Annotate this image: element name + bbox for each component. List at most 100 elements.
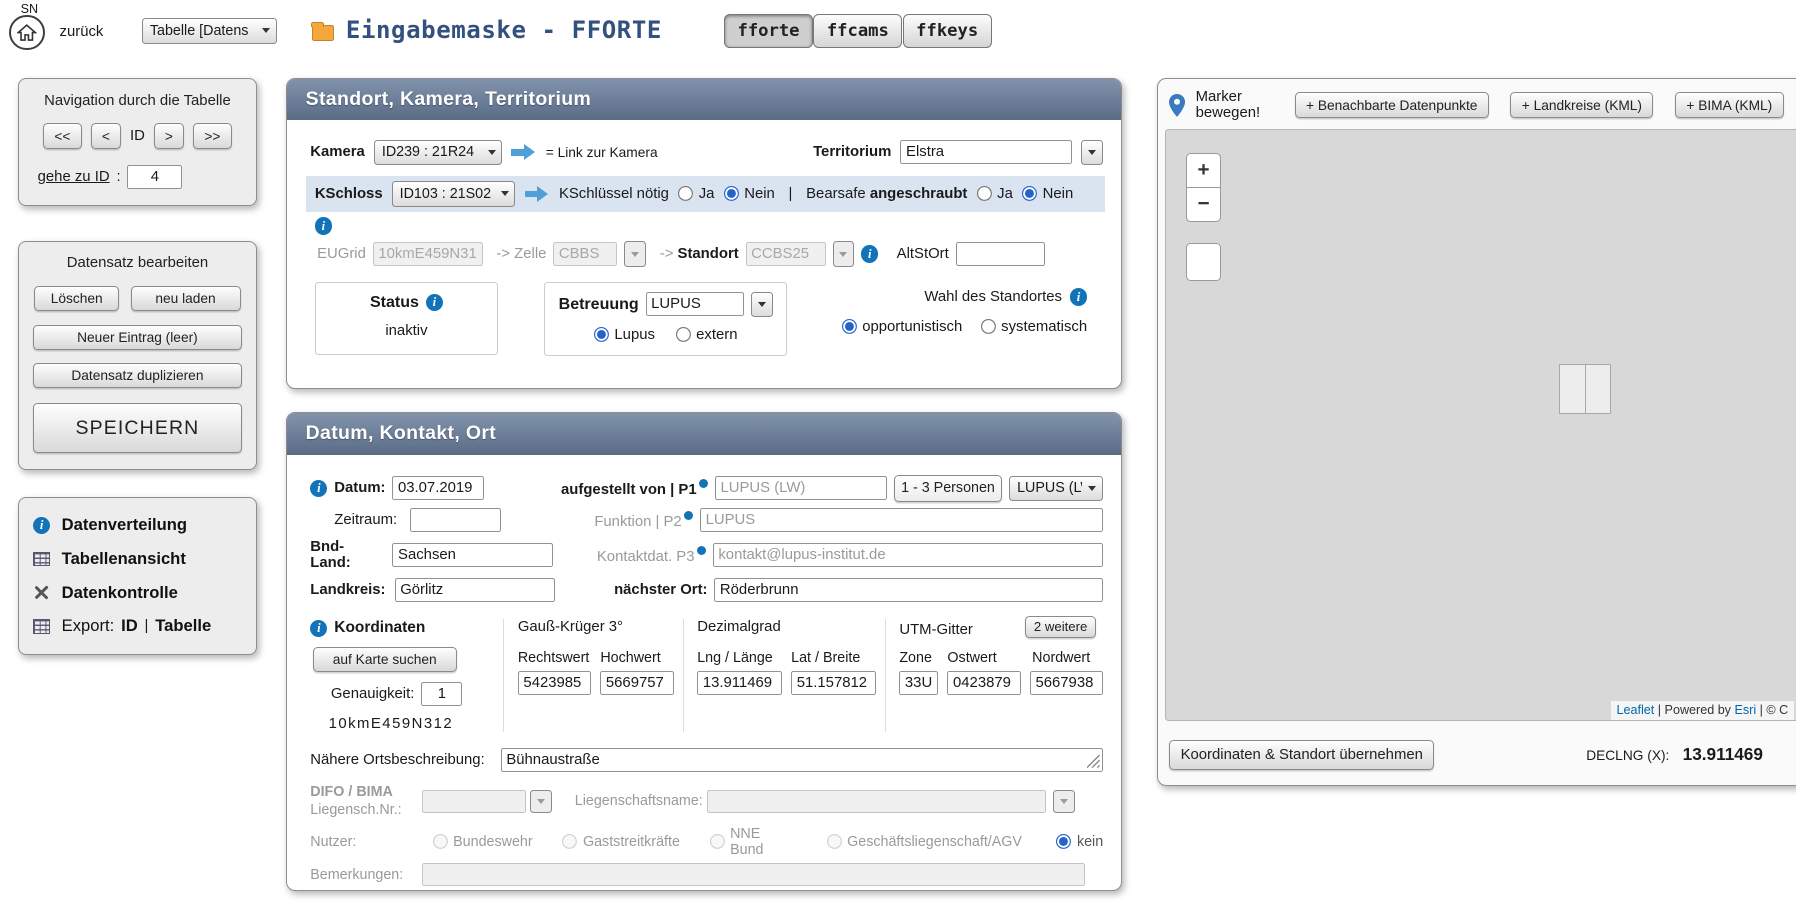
- resize-grip-icon[interactable]: [1087, 755, 1100, 768]
- bearsafe-nein-radio[interactable]: Nein: [1022, 186, 1073, 202]
- betreuung-extern-radio[interactable]: extern: [676, 327, 738, 343]
- nav-prev-button[interactable]: <: [91, 123, 121, 148]
- wahl-opportunistisch-radio[interactable]: opportunistisch: [842, 319, 963, 335]
- altstort-input[interactable]: [956, 242, 1045, 266]
- wahl-systematisch-label: systematisch: [1001, 319, 1087, 335]
- save-button[interactable]: SPEICHERN: [33, 403, 241, 453]
- betreuung-label: Betreuung: [559, 295, 639, 314]
- link-arrow-icon[interactable]: [511, 144, 536, 160]
- info-dot-icon[interactable]: [697, 546, 706, 555]
- personen-button[interactable]: 1 - 3 Personen: [894, 475, 1003, 501]
- fforte-button[interactable]: fforte: [724, 14, 813, 48]
- koordinaten-uebernehmen-button[interactable]: Koordinaten & Standort übernehmen: [1169, 740, 1434, 770]
- lat-input[interactable]: [791, 671, 876, 695]
- personen-select[interactable]: LUPUS (LW: [1009, 476, 1103, 501]
- nutzer-kein-label: kein: [1077, 834, 1103, 850]
- karte-suchen-button[interactable]: auf Karte suchen: [313, 647, 457, 672]
- territorium-dropdown-button[interactable]: [1081, 140, 1103, 165]
- info-icon[interactable]: i: [310, 480, 327, 497]
- betreuung-dropdown-button[interactable]: [751, 292, 773, 317]
- ffkeys-button[interactable]: ffkeys: [903, 14, 992, 48]
- ort-input[interactable]: [714, 578, 1103, 602]
- kamera-label: Kamera: [310, 144, 365, 160]
- info-icon[interactable]: i: [861, 245, 878, 262]
- kamera-select[interactable]: ID239 : 21R24: [374, 140, 502, 165]
- info-icon[interactable]: i: [315, 217, 332, 234]
- table-select[interactable]: Tabelle [Datens: [142, 18, 277, 43]
- map-area[interactable]: + − Leaflet | Powered by Esri | © C: [1165, 129, 1796, 720]
- lng-input[interactable]: [697, 671, 782, 695]
- betreuung-box: Betreuung Lupus extern: [544, 282, 788, 356]
- territorium-input[interactable]: [900, 140, 1072, 164]
- duplicate-button[interactable]: Datensatz duplizieren: [33, 363, 241, 388]
- info-icon[interactable]: i: [310, 620, 327, 637]
- esri-link[interactable]: Esri: [1734, 703, 1756, 717]
- eingabemaske-page: SN zurück Tabelle [Datens Eingabemaske -…: [0, 0, 1796, 903]
- ostwert-input[interactable]: [947, 671, 1020, 695]
- nav-first-button[interactable]: <<: [43, 123, 82, 148]
- wahl-opportunistisch-label: opportunistisch: [862, 319, 962, 335]
- ortsbeschreibung-input[interactable]: [501, 748, 1103, 772]
- bima-kml-button[interactable]: + BIMA (KML): [1675, 92, 1783, 118]
- landkreis-input[interactable]: [395, 578, 555, 602]
- bndland-input[interactable]: [392, 543, 552, 567]
- zeitraum-input[interactable]: [410, 508, 502, 532]
- funktion-input[interactable]: [700, 508, 1103, 532]
- info-icon[interactable]: i: [426, 294, 443, 311]
- benachbarte-datenpunkte-button[interactable]: + Benachbarte Datenpunkte: [1295, 92, 1489, 118]
- betreuung-input[interactable]: [646, 292, 745, 316]
- zelle-input: [553, 242, 617, 266]
- lat-label: Lat / Breite: [791, 650, 860, 666]
- bearsafe-ja-radio[interactable]: Ja: [977, 186, 1013, 202]
- zoom-in-button[interactable]: +: [1186, 153, 1220, 187]
- kschluessel-ja-radio[interactable]: Ja: [678, 186, 714, 202]
- datenverteilung-link[interactable]: i Datenverteilung: [33, 515, 242, 535]
- liegenschaftsname-dropdown-button: [1053, 790, 1075, 813]
- nav-next-button[interactable]: >: [154, 123, 184, 148]
- datum-input[interactable]: [392, 476, 484, 500]
- kamera-link-text: = Link zur Kamera: [546, 145, 658, 160]
- new-entry-button[interactable]: Neuer Eintrag (leer): [33, 325, 241, 350]
- link-arrow-icon[interactable]: [525, 186, 550, 202]
- kschluessel-nein-radio[interactable]: Nein: [724, 186, 775, 202]
- export-tabelle-link[interactable]: Tabelle: [155, 616, 211, 636]
- map-control-button[interactable]: [1186, 243, 1220, 282]
- kschloss-select[interactable]: ID103 : 21S02: [392, 181, 516, 206]
- info-dot-icon[interactable]: [684, 511, 693, 520]
- goto-id-link[interactable]: gehe zu ID: [38, 169, 110, 185]
- aufgestellt-input[interactable]: [715, 476, 887, 500]
- reload-button[interactable]: neu laden: [131, 286, 241, 311]
- zone-input[interactable]: [899, 671, 938, 695]
- weitere-button[interactable]: 2 weitere: [1025, 616, 1096, 638]
- datenkontrolle-link[interactable]: Datenkontrolle: [33, 583, 242, 603]
- nordwert-input[interactable]: [1030, 671, 1103, 695]
- leaflet-link[interactable]: Leaflet: [1617, 703, 1655, 717]
- delete-button[interactable]: Löschen: [34, 286, 119, 311]
- export-id-link[interactable]: ID: [121, 616, 138, 636]
- utm-title: UTM-Gitter: [899, 622, 973, 638]
- tabellenansicht-link[interactable]: Tabellenansicht: [33, 549, 242, 569]
- genauigkeit-input[interactable]: [421, 682, 462, 706]
- bearsafe-label: Bearsafe angeschraubt: [806, 186, 967, 202]
- landkreise-kml-button[interactable]: + Landkreise (KML): [1510, 92, 1653, 118]
- hochwert-input[interactable]: [600, 671, 673, 695]
- ort-label: nächster Ort:: [562, 582, 708, 598]
- kontakt-input[interactable]: [713, 543, 1103, 567]
- info-icon[interactable]: i: [1070, 288, 1087, 305]
- zoom-out-button[interactable]: −: [1186, 188, 1220, 222]
- nav-last-button[interactable]: >>: [193, 123, 232, 148]
- info-dot-icon[interactable]: [699, 479, 708, 488]
- wahl-systematisch-radio[interactable]: systematisch: [981, 319, 1088, 335]
- home-button[interactable]: [9, 15, 45, 51]
- nutzer-kein-radio[interactable]: kein: [1056, 834, 1103, 850]
- ffcams-button[interactable]: ffcams: [813, 14, 902, 48]
- betreuung-lupus-radio[interactable]: Lupus: [594, 327, 655, 343]
- rechtswert-input[interactable]: [518, 671, 591, 695]
- standort-panel: Standort, Kamera, Territorium Kamera ID2…: [286, 78, 1122, 390]
- wahl-box: Wahl des Standortes i opportunistisch sy…: [842, 282, 1104, 336]
- goto-id-input[interactable]: [127, 165, 182, 189]
- map-attribution: Leaflet | Powered by Esri | © C: [1611, 701, 1794, 720]
- back-link[interactable]: zurück: [60, 24, 104, 40]
- export-row: Export: ID | Tabelle: [33, 616, 242, 636]
- info-icon: i: [33, 517, 50, 534]
